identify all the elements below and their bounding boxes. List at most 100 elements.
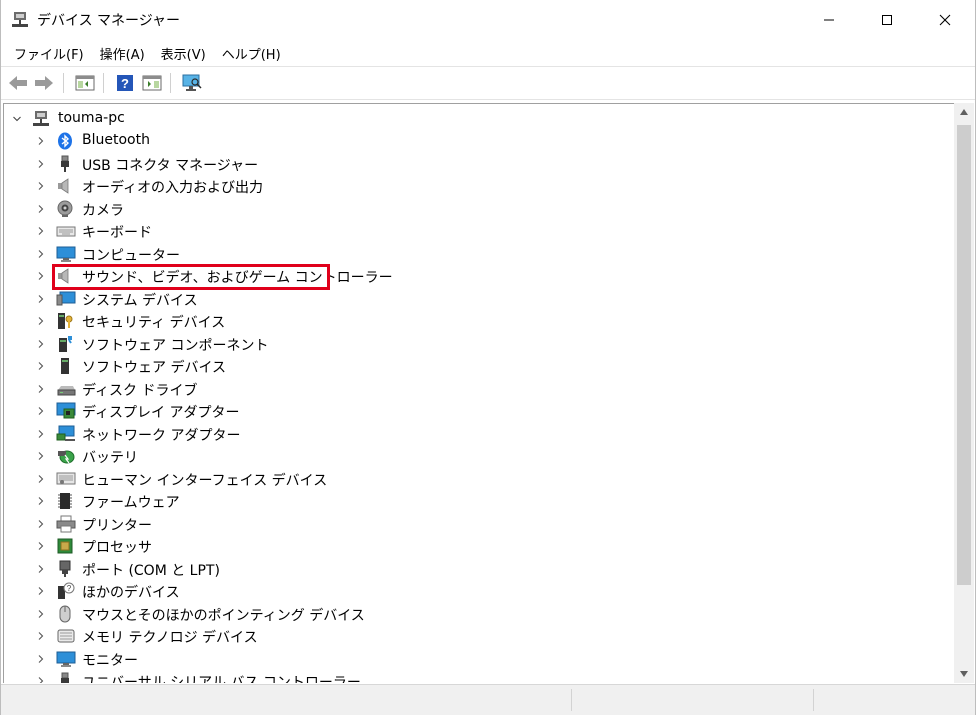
- back-icon: [9, 76, 27, 90]
- tree-item-label: ディスプレイ アダプター: [82, 405, 240, 421]
- expand-chevron-icon[interactable]: [35, 265, 47, 287]
- tree-item[interactable]: モニター: [4, 648, 944, 670]
- expand-chevron-icon[interactable]: [35, 378, 47, 400]
- tree-item[interactable]: ポート (COM と LPT): [4, 558, 944, 580]
- show-hide-console-tree-button[interactable]: [74, 72, 96, 94]
- tree-item[interactable]: セキュリティ デバイス: [4, 310, 944, 332]
- tree-item-label: Bluetooth: [82, 132, 150, 148]
- expand-chevron-icon[interactable]: [35, 175, 47, 197]
- tree-item[interactable]: コンピューター: [4, 243, 944, 265]
- tree-item[interactable]: USB コネクタ マネージャー: [4, 153, 944, 175]
- back-button[interactable]: [7, 72, 29, 94]
- expand-chevron-icon[interactable]: [35, 355, 47, 377]
- tree-item[interactable]: プロセッサ: [4, 535, 944, 557]
- tree-item[interactable]: オーディオの入力および出力: [4, 175, 944, 197]
- menu-action[interactable]: 操作(A): [93, 42, 152, 65]
- tree-item[interactable]: ファームウェア: [4, 490, 944, 512]
- menu-bar: ファイル(F) 操作(A) 表示(V) ヘルプ(H): [1, 40, 975, 66]
- expand-chevron-icon[interactable]: [35, 625, 47, 647]
- tree-item-label: ほかのデバイス: [82, 585, 180, 601]
- tree-root-label: touma-pc: [58, 110, 125, 126]
- minimize-button[interactable]: [806, 0, 852, 40]
- scroll-down-arrow-icon[interactable]: [954, 665, 974, 683]
- close-button[interactable]: [922, 0, 968, 40]
- scrollbar-thumb[interactable]: [957, 125, 971, 585]
- tree-item[interactable]: カメラ: [4, 198, 944, 220]
- tree-item[interactable]: ネットワーク アダプター: [4, 423, 944, 445]
- tree-item[interactable]: ディスク ドライブ: [4, 378, 944, 400]
- port-icon: [56, 560, 74, 578]
- menu-help[interactable]: ヘルプ(H): [215, 42, 288, 65]
- tree-item[interactable]: ソフトウェア デバイス: [4, 355, 944, 377]
- expand-chevron-icon[interactable]: [35, 130, 47, 152]
- forward-button[interactable]: [33, 72, 55, 94]
- expand-chevron-icon[interactable]: [35, 580, 47, 602]
- device-tree[interactable]: touma-pc Bluetooth USB コネクタ マネージャー オーディオの入…: [3, 103, 954, 683]
- maximize-button[interactable]: [864, 0, 910, 40]
- title-bar[interactable]: デバイス マネージャー: [1, 0, 975, 40]
- device-manager-app-icon: [11, 11, 29, 29]
- computer-icon: [32, 110, 50, 128]
- tree-item[interactable]: キーボード: [4, 220, 944, 242]
- expand-chevron-icon[interactable]: [35, 468, 47, 490]
- monitor-icon: [56, 245, 76, 263]
- toolbar-separator: [170, 73, 171, 93]
- expand-chevron-icon[interactable]: [35, 423, 47, 445]
- tree-item[interactable]: ソフトウェア コンポーネント: [4, 333, 944, 355]
- expand-chevron-icon[interactable]: [35, 490, 47, 512]
- processor-icon: [56, 537, 74, 555]
- system-device-icon: [56, 290, 76, 308]
- tree-root-row[interactable]: touma-pc: [4, 108, 944, 130]
- action-pane-button[interactable]: [141, 72, 163, 94]
- tree-item[interactable]: ヒューマン インターフェイス デバイス: [4, 468, 944, 490]
- expand-chevron-icon[interactable]: [35, 310, 47, 332]
- mouse-icon: [56, 605, 74, 623]
- tree-item[interactable]: プリンター: [4, 513, 944, 535]
- tree-item-label: プロセッサ: [82, 540, 152, 556]
- expand-chevron-icon[interactable]: [35, 153, 47, 175]
- tree-item[interactable]: ユニバーサル シリアル バス コントローラー: [4, 670, 944, 683]
- scan-hardware-button[interactable]: [181, 72, 203, 94]
- expand-chevron-icon[interactable]: [35, 558, 47, 580]
- security-device-icon: [56, 312, 74, 330]
- expand-chevron-icon[interactable]: [35, 603, 47, 625]
- menu-file[interactable]: ファイル(F): [7, 42, 91, 65]
- scroll-up-arrow-icon[interactable]: [954, 103, 974, 121]
- hid-icon: [56, 470, 76, 488]
- status-segment: [813, 689, 974, 711]
- tree-item[interactable]: バッテリ: [4, 445, 944, 467]
- tree-item[interactable]: ディスプレイ アダプター: [4, 400, 944, 422]
- expand-chevron-icon[interactable]: [35, 670, 47, 683]
- expand-chevron-icon[interactable]: [35, 400, 47, 422]
- tree-item-label: ディスク ドライブ: [82, 382, 198, 399]
- expand-chevron-icon[interactable]: [35, 288, 47, 310]
- window-title: デバイス マネージャー: [37, 13, 181, 29]
- tree-item-label: マウスとそのほかのポインティング デバイス: [82, 607, 365, 624]
- collapse-chevron-icon[interactable]: [11, 108, 23, 130]
- software-component-icon: [56, 335, 74, 353]
- tree-item[interactable]: ? ほかのデバイス: [4, 580, 944, 602]
- tree-item[interactable]: システム デバイス: [4, 288, 944, 310]
- tree-item[interactable]: メモリ テクノロジ デバイス: [4, 625, 944, 647]
- expand-chevron-icon[interactable]: [35, 243, 47, 265]
- expand-chevron-icon[interactable]: [35, 513, 47, 535]
- expand-chevron-icon[interactable]: [35, 220, 47, 242]
- expand-chevron-icon[interactable]: [35, 535, 47, 557]
- tree-item-label: コンピューター: [82, 247, 180, 264]
- tree-item[interactable]: マウスとそのほかのポインティング デバイス: [4, 603, 944, 625]
- menu-view[interactable]: 表示(V): [154, 42, 213, 65]
- close-icon: [939, 14, 951, 26]
- printer-icon: [56, 515, 76, 533]
- expand-chevron-icon[interactable]: [35, 648, 47, 670]
- help-button[interactable]: ?: [114, 72, 136, 94]
- expand-chevron-icon[interactable]: [35, 333, 47, 355]
- expand-chevron-icon[interactable]: [35, 198, 47, 220]
- vertical-scrollbar[interactable]: [954, 103, 974, 683]
- expand-chevron-icon[interactable]: [35, 445, 47, 467]
- usb-controller-icon: [56, 672, 74, 683]
- other-device-icon: ?: [56, 582, 75, 600]
- tree-item[interactable]: Bluetooth: [4, 130, 944, 152]
- memory-tech-icon: [56, 627, 75, 645]
- speaker-icon: [56, 177, 74, 195]
- tree-item-label: USB コネクタ マネージャー: [82, 157, 259, 174]
